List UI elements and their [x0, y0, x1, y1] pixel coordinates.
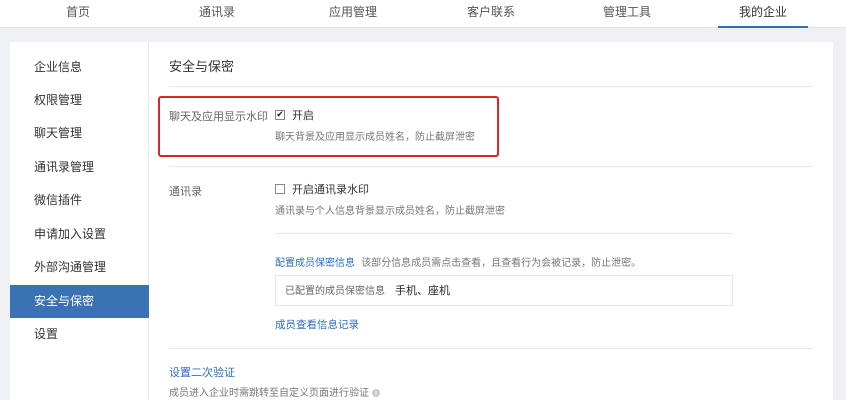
- chat-watermark-toggle[interactable]: ✔ 开启: [275, 107, 314, 123]
- contacts-watermark-toggle[interactable]: 开启通讯录水印: [275, 181, 369, 197]
- sidebar: 企业信息 权限管理 聊天管理 通讯录管理 微信插件 申请加入设置 外部沟通管理 …: [10, 42, 149, 400]
- chat-watermark-label: 聊天及应用显示水印: [169, 110, 268, 123]
- section-divider: [169, 166, 813, 167]
- title-divider: [169, 86, 813, 87]
- sidebar-item-chat-management[interactable]: 聊天管理: [10, 117, 149, 150]
- sidebar-item-settings[interactable]: 设置: [10, 318, 149, 351]
- view-log-link[interactable]: 成员查看信息记录: [275, 317, 359, 332]
- contacts-label: 通讯录: [169, 185, 202, 198]
- chat-watermark-description: 聊天背景及应用显示成员姓名，防止截屏泄密: [275, 132, 475, 143]
- main-panel: 安全与保密 聊天及应用显示水印 ✔ 开启 聊天背景及应用显示成员姓名，防止截屏泄…: [149, 42, 833, 400]
- configured-secret-info-label: 已配置的成员保密信息: [285, 286, 385, 297]
- tab-home[interactable]: 首页: [33, 0, 123, 28]
- sidebar-item-security[interactable]: 安全与保密: [10, 285, 149, 318]
- sidebar-item-external-communication[interactable]: 外部沟通管理: [10, 251, 149, 284]
- sidebar-item-wechat-plugin[interactable]: 微信插件: [10, 184, 149, 217]
- contacts-divider: [275, 233, 733, 234]
- configured-secret-info-value: 手机、座机: [395, 284, 450, 297]
- tab-management-tools[interactable]: 管理工具: [582, 0, 672, 28]
- contacts-watermark-checkbox[interactable]: [275, 184, 285, 194]
- chat-watermark-checkbox[interactable]: ✔: [275, 110, 285, 120]
- config-secret-info-row: 配置成员保密信息 该部分信息成员需点击查看，且查看行为会被记录，防止泄密。: [275, 254, 641, 269]
- contacts-watermark-checkbox-label: 开启通讯录水印: [292, 183, 369, 196]
- two-factor-description-row: 成员进入企业时需跳转至自定义页面进行验证 i: [169, 384, 380, 399]
- chat-watermark-checkbox-label: 开启: [292, 109, 314, 122]
- tab-my-enterprise[interactable]: 我的企业: [718, 0, 808, 28]
- two-factor-link[interactable]: 设置二次验证: [169, 364, 235, 380]
- tab-customer-contact[interactable]: 客户联系: [446, 0, 536, 28]
- info-icon[interactable]: i: [372, 389, 380, 397]
- sidebar-item-permissions[interactable]: 权限管理: [10, 84, 149, 117]
- contacts-watermark-description: 通讯录与个人信息背景显示成员姓名，防止截屏泄密: [275, 206, 505, 217]
- sidebar-item-enterprise-info[interactable]: 企业信息: [10, 51, 149, 84]
- tab-contacts[interactable]: 通讯录: [172, 0, 262, 28]
- config-secret-info-link[interactable]: 配置成员保密信息: [275, 258, 355, 269]
- tab-app-management[interactable]: 应用管理: [308, 0, 398, 28]
- sidebar-item-join-settings[interactable]: 申请加入设置: [10, 218, 149, 251]
- sidebar-item-contacts-management[interactable]: 通讯录管理: [10, 151, 149, 184]
- two-factor-description: 成员进入企业时需跳转至自定义页面进行验证: [169, 388, 369, 399]
- highlight-box: [158, 96, 499, 157]
- top-nav: 首页 通讯录 应用管理 客户联系 管理工具 我的企业: [0, 0, 846, 28]
- config-secret-info-description: 该部分信息成员需点击查看，且查看行为会被记录，防止泄密。: [361, 258, 642, 269]
- section-divider-2: [169, 348, 813, 349]
- configured-secret-info-box: 已配置的成员保密信息 手机、座机: [275, 275, 733, 306]
- page-title: 安全与保密: [169, 60, 235, 75]
